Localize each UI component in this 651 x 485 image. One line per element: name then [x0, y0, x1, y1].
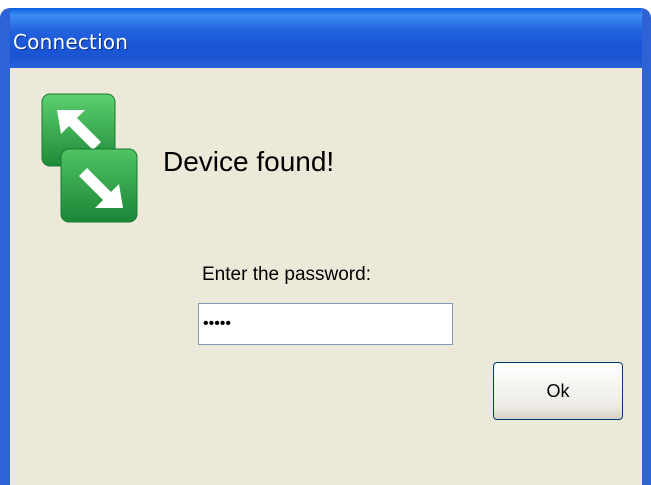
password-label: Enter the password:	[202, 264, 371, 285]
title-bar[interactable]: Connection	[10, 8, 642, 68]
ok-button[interactable]: Ok	[493, 362, 623, 420]
window-title: Connection	[13, 30, 129, 54]
device-found-heading: Device found!	[163, 146, 335, 177]
password-input[interactable]	[198, 303, 453, 345]
dialog-body: Device found! Enter the password: Ok	[10, 68, 642, 485]
connection-dialog: Connection Device found! Enter the passw…	[0, 8, 651, 485]
connection-arrows-icon	[41, 93, 138, 223]
